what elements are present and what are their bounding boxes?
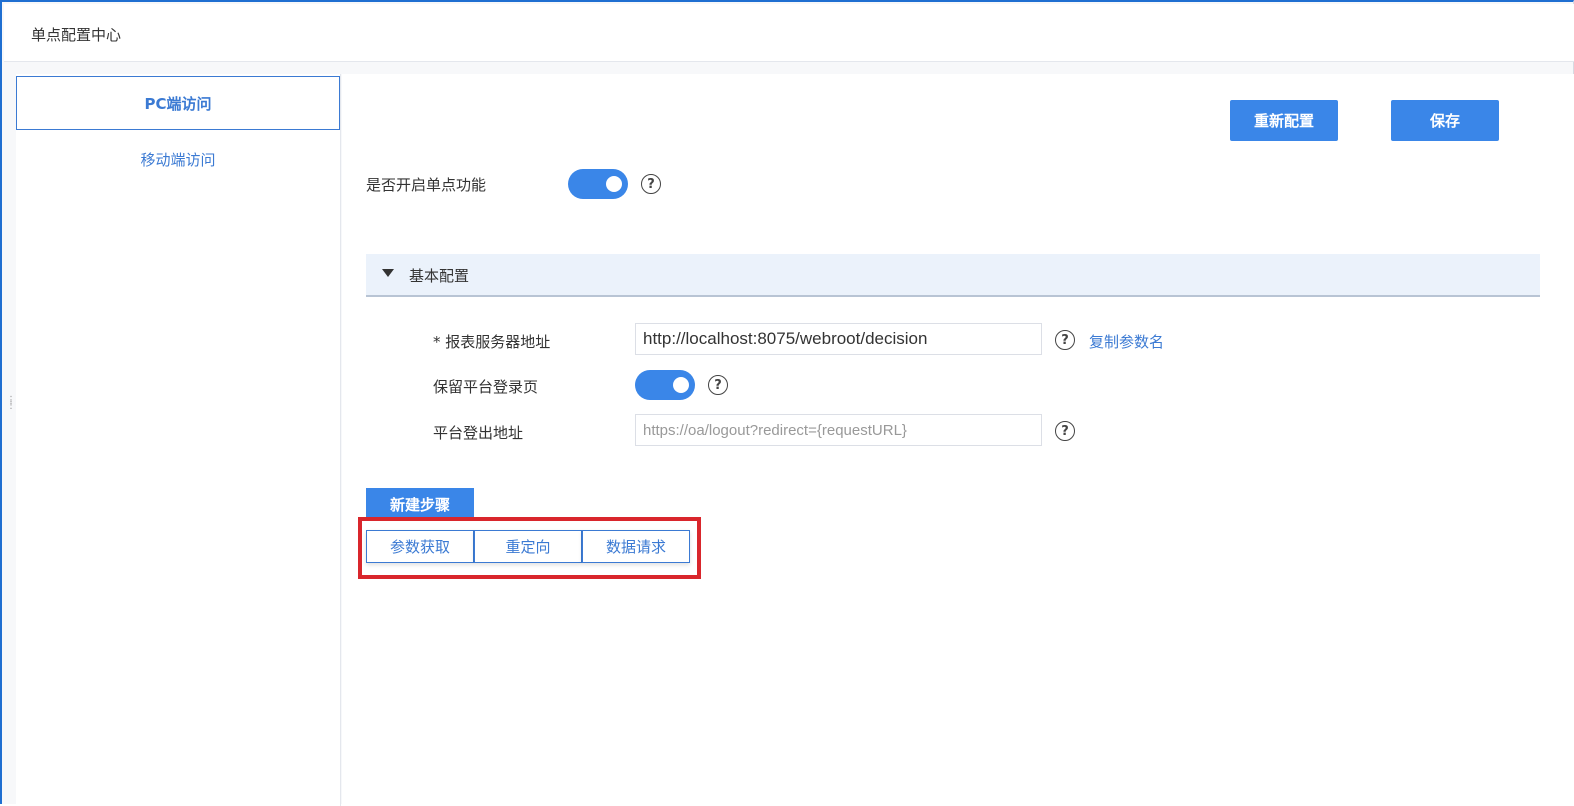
sso-enable-label: 是否开启单点功能 [366,176,487,194]
reconfigure-button[interactable]: 重新配置 [1230,100,1338,141]
save-button[interactable]: 保存 [1391,100,1499,141]
sso-enable-toggle[interactable] [568,169,628,199]
copy-param-name-link[interactable]: 复制参数名 [1089,331,1164,352]
sidebar: PC端访问 移动端访问 [16,74,341,806]
keep-login-toggle[interactable] [635,370,695,400]
logout-address-input[interactable]: https://oa/logout?redirect={requestURL} [635,414,1042,446]
new-step-button[interactable]: 新建步骤 [366,488,474,520]
basic-config-header[interactable]: 基本配置 [366,254,1540,297]
toggle-knob [673,377,689,393]
app-frame: 单点配置中心 PC端访问 移动端访问 ⋮ ⋮ 重新配置 保存 是否开启单点功能 ?… [0,0,1574,806]
top-bar: 单点配置中心 [4,4,1574,62]
server-address-input[interactable]: http://localhost:8075/webroot/decision [635,323,1042,355]
new-step-menu-highlight: 参数获取 重定向 数据请求 [358,517,701,579]
server-address-label: * 报表服务器地址 [433,333,551,351]
basic-config-title: 基本配置 [409,267,470,285]
help-icon[interactable]: ? [641,174,661,194]
triangle-down-icon [382,269,394,277]
sidebar-item-mobile[interactable]: 移动端访问 [16,132,340,186]
help-icon[interactable]: ? [1055,421,1075,441]
help-icon[interactable]: ? [708,375,728,395]
sidebar-item-pc[interactable]: PC端访问 [16,76,340,130]
help-icon[interactable]: ? [1055,330,1075,350]
option-redirect[interactable]: 重定向 [474,530,582,563]
option-param-fetch[interactable]: 参数获取 [366,530,474,563]
keep-login-label: 保留平台登录页 [433,378,539,396]
logout-address-label: 平台登出地址 [433,424,524,442]
main-panel: 重新配置 保存 是否开启单点功能 ? 基本配置 * 报表服务器地址 http:/… [342,74,1574,806]
option-data-request[interactable]: 数据请求 [582,530,690,563]
toggle-knob [606,176,622,192]
resize-handle[interactable]: ⋮ ⋮ [6,396,16,418]
page-title: 单点配置中心 [31,26,122,44]
